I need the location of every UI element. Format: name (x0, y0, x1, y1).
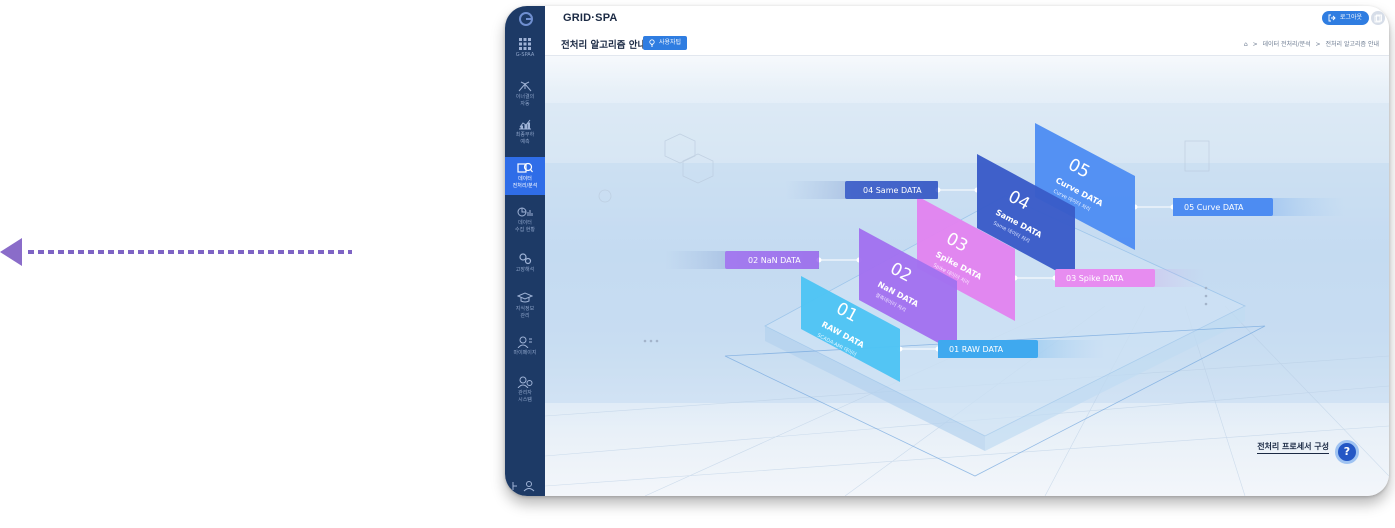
svg-text:05 Curve DATA: 05 Curve DATA (1184, 203, 1244, 212)
sidebar-item-label: 최종부하 예측 (515, 132, 535, 145)
help-button[interactable]: ? (1335, 440, 1359, 464)
label-02-nan-data[interactable]: 02 NaN DATA (725, 251, 819, 269)
sidebar-item-label: 지식정보 관리 (515, 306, 535, 319)
logout-label: 로그아웃 (1339, 14, 1362, 21)
diagram-canvas: 05 Curve DATA Curve 데이터 처리 04 Same DATA … (545, 56, 1389, 496)
sidebar-item-label: 관리자 시스템 (518, 390, 532, 403)
profile-icon[interactable] (511, 480, 539, 492)
admin-icon (517, 376, 533, 388)
lightbulb-icon (649, 39, 655, 47)
sidebar-item-mypage[interactable]: 마이페이지 (505, 336, 545, 364)
sidebar-item-gspaa[interactable]: G-SPAA (505, 38, 545, 68)
sidebar-item-fault[interactable]: 고장해석 (505, 252, 545, 280)
pie-chart-icon (517, 207, 533, 217)
preprocessing-diagram: 05 Curve DATA Curve 데이터 처리 04 Same DATA … (545, 103, 1389, 496)
sidebar-item-collection[interactable]: 데이터 수집 현황 (505, 206, 545, 238)
page-header: 전처리 알고리즘 안내 사용자팁 ⌂ > 데이터 전처리/분석 > 전처리 알고… (545, 32, 1389, 56)
dotted-arrow-left-icon (0, 238, 352, 266)
home-icon[interactable]: ⌂ (1244, 41, 1248, 48)
breadcrumb-separator: > (1252, 41, 1258, 48)
user-icon (517, 336, 532, 348)
copy-button[interactable] (1371, 11, 1385, 25)
sidebar-item-label: 데이터 수집 현황 (515, 220, 535, 233)
sidebar-item-label: 데이터 전처리/분석 (512, 176, 538, 189)
svg-text:01 RAW DATA: 01 RAW DATA (949, 345, 1004, 354)
page-title: 전처리 알고리즘 안내 (561, 40, 647, 51)
sidebar-item-admin[interactable]: 관리자 시스템 (505, 376, 545, 412)
sidebar: G-SPAA 이너결의 자동 최종부하 예측 데이터 전처리/분석 데이터 수집… (505, 6, 545, 496)
top-bar: GRID·SPA 로그아웃 (545, 6, 1389, 32)
user-tip-button[interactable]: 사용자팁 (643, 36, 688, 50)
label-01-raw-data[interactable]: 01 RAW DATA (938, 340, 1038, 358)
sidebar-item-preprocessing[interactable]: 데이터 전처리/분석 (505, 157, 545, 195)
sidebar-item-label: 이너결의 자동 (515, 94, 535, 107)
sidebar-item-label: 마이페이지 (513, 350, 537, 356)
sidebar-item-forecast[interactable]: 최종부하 예측 (505, 118, 545, 150)
breadcrumb-item[interactable]: 데이터 전처리/분석 (1263, 41, 1311, 48)
grid-icon (519, 38, 531, 50)
user-tip-label: 사용자팁 (659, 39, 682, 46)
chart-icon (519, 119, 531, 130)
label-03-spike-data[interactable]: 03 Spike DATA (1055, 269, 1155, 287)
breadcrumb-item: 전처리 알고리즘 안내 (1325, 41, 1380, 48)
graduation-icon (517, 292, 533, 303)
brand-logo: GRID·SPA (563, 12, 618, 24)
network-icon (518, 81, 532, 92)
copy-icon (1374, 14, 1382, 23)
svg-text:02 NaN DATA: 02 NaN DATA (748, 256, 801, 265)
label-05-curve-data[interactable]: 05 Curve DATA (1173, 198, 1273, 216)
gears-icon (519, 253, 532, 265)
svg-text:04 Same DATA: 04 Same DATA (863, 186, 922, 195)
label-04-same-data[interactable]: 04 Same DATA (845, 181, 938, 199)
app-logo-icon (519, 12, 533, 26)
sidebar-item-label: 고장해석 (515, 267, 535, 273)
svg-text:03 Spike DATA: 03 Spike DATA (1066, 274, 1124, 283)
app-window: G-SPAA 이너결의 자동 최종부하 예측 데이터 전처리/분석 데이터 수집… (505, 6, 1389, 496)
help-label[interactable]: 전처리 프로세서 구성 (1257, 441, 1329, 454)
breadcrumb: ⌂ > 데이터 전처리/분석 > 전처리 알고리즘 안내 (1241, 39, 1379, 48)
sidebar-item-network[interactable]: 이너결의 자동 (505, 80, 545, 112)
breadcrumb-separator: > (1315, 41, 1321, 48)
logout-button[interactable]: 로그아웃 (1321, 11, 1369, 25)
sidebar-item-label: G-SPAA (515, 52, 535, 58)
sidebar-item-knowledge[interactable]: 지식정보 관리 (505, 292, 545, 326)
data-search-icon (517, 162, 533, 173)
logout-icon (1328, 14, 1336, 22)
